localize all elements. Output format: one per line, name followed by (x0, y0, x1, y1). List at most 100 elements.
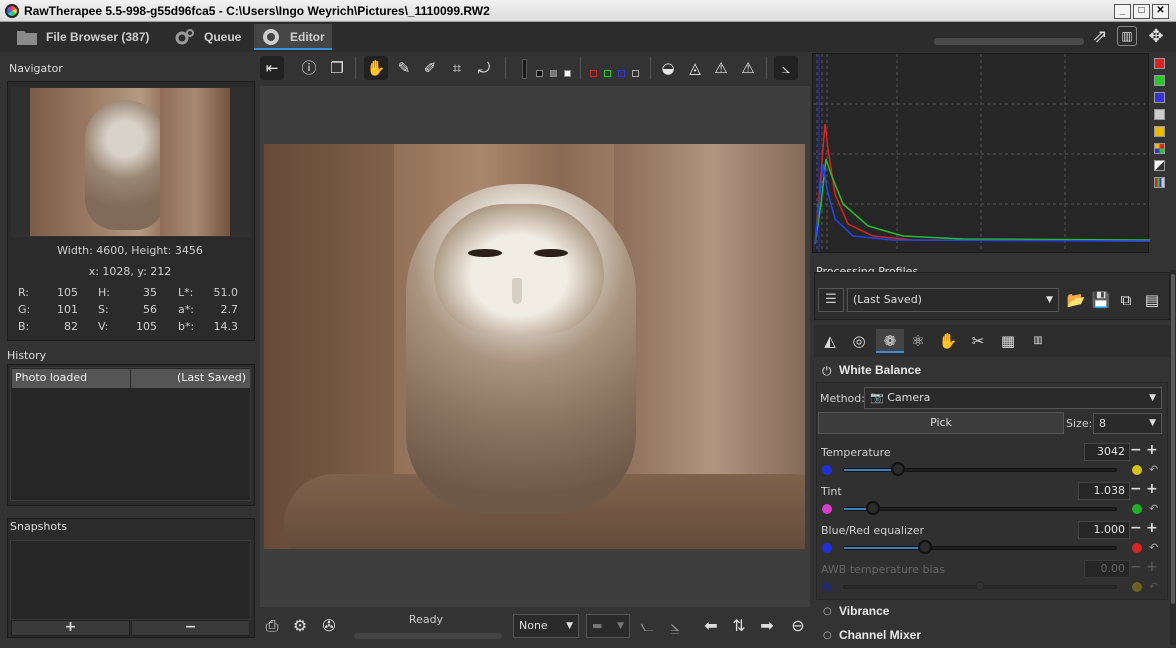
vibrance-title[interactable]: Vibrance (839, 604, 889, 618)
tint-minus[interactable]: − (1130, 481, 1142, 497)
straighten-icon[interactable]: ⤾ (472, 56, 496, 80)
temperature-slider-handle[interactable] (891, 462, 905, 476)
channel-mixer-title[interactable]: Channel Mixer (839, 628, 921, 642)
channel-mixer-toggle-icon[interactable]: ○ (823, 630, 832, 641)
open-external-editor-icon[interactable]: ✇ (318, 615, 340, 637)
scrollbar-thumb[interactable] (1171, 274, 1175, 604)
profile-list-icon[interactable]: ☰ (818, 288, 844, 312)
histogram-blue-toggle[interactable] (1154, 92, 1165, 103)
temperature-minus[interactable]: − (1130, 442, 1142, 458)
add-snapshot-button[interactable]: + (11, 620, 130, 636)
remove-snapshot-button[interactable]: − (131, 620, 250, 636)
color-picker-icon[interactable]: ✐ (418, 56, 442, 80)
fullscreen-move-icon[interactable]: ✥ (1145, 26, 1167, 48)
save-image-icon[interactable]: ⎙ (261, 615, 283, 637)
soft-proof-icon[interactable]: ⦥ (664, 615, 686, 637)
histogram-chroma-toggle[interactable] (1154, 126, 1165, 137)
crop-icon[interactable]: ⌗ (445, 56, 469, 80)
next-image-icon[interactable]: ➡ (756, 615, 778, 637)
equalizer-spinbox[interactable]: 1.000 (1078, 521, 1130, 539)
right-panel-scrollbar[interactable] (1170, 270, 1176, 645)
tab-transform-icon[interactable]: ✂ (966, 329, 990, 353)
tab-exposure-icon[interactable]: ◭ (818, 329, 842, 353)
temperature-spinbox[interactable]: 3042 (1084, 443, 1130, 461)
vibrance-toggle-icon[interactable]: ○ (823, 606, 832, 617)
blue-channel-icon[interactable] (618, 70, 625, 77)
tab-raw-icon[interactable]: ▦ (996, 329, 1020, 353)
histogram-green-toggle[interactable] (1154, 75, 1165, 86)
tab-color-icon[interactable]: ❁ (876, 329, 904, 353)
shadow-clip-warning-icon[interactable]: ⚠ (709, 56, 733, 80)
bg-grey-icon[interactable] (550, 70, 557, 77)
history-row[interactable]: Photo loaded (Last Saved) (12, 369, 250, 388)
green-channel-icon[interactable] (604, 70, 611, 77)
sync-icon[interactable]: ⇅ (728, 615, 750, 637)
tab-advanced-icon[interactable]: ⚛ (906, 329, 930, 353)
luminosity-channel-icon[interactable] (632, 70, 639, 77)
wb-picker-icon[interactable]: ✎ (392, 56, 416, 80)
tab-file-browser[interactable]: File Browser (387) (2, 24, 162, 50)
histogram-panel[interactable] (812, 53, 1151, 253)
hide-left-panel-icon[interactable]: ⇤ (260, 56, 284, 80)
size-combo[interactable]: 8 ▼ (1093, 413, 1162, 434)
histogram-bar-toggle[interactable] (1154, 160, 1165, 171)
processing-profile-combo[interactable]: (Last Saved) ▼ (847, 288, 1059, 312)
tab-editor[interactable]: Editor (254, 24, 332, 50)
before-after-icon[interactable]: ❐ (325, 56, 349, 80)
zoom-out-icon[interactable]: ⊖ (788, 615, 808, 637)
tint-spinbox[interactable]: 1.038 (1078, 482, 1130, 500)
g-label: G: (18, 303, 31, 316)
tint-slider-handle[interactable] (866, 501, 880, 515)
highlight-clip-warning-icon[interactable]: ⚠ (736, 56, 760, 80)
equalizer-minus[interactable]: − (1130, 520, 1142, 536)
equalizer-slider[interactable] (843, 546, 1117, 550)
filmstrip-combo[interactable]: ▬ ▼ (586, 614, 630, 638)
white-balance-title[interactable]: White Balance (839, 363, 921, 377)
hand-tool-icon[interactable]: ✋ (364, 56, 388, 80)
send-to-queue-icon[interactable]: ⇗ (1089, 26, 1111, 48)
temperature-plus[interactable]: + (1146, 442, 1158, 458)
copy-profile-icon[interactable]: ⧉ (1114, 288, 1138, 312)
histogram-mode-toggle[interactable] (1154, 177, 1165, 188)
color-management-icon[interactable]: ⦦ (636, 615, 658, 637)
info-icon[interactable]: ⓘ (297, 56, 321, 80)
tab-queue[interactable]: Queue (160, 24, 250, 50)
bg-white-icon[interactable] (564, 70, 571, 77)
tint-plus[interactable]: + (1146, 481, 1158, 497)
tint-slider[interactable] (843, 507, 1117, 511)
hide-right-panel-icon[interactable]: ⦣ (774, 56, 798, 80)
sharpening-mask-icon[interactable]: ◬ (683, 56, 707, 80)
navigator-thumbnail[interactable] (30, 88, 230, 236)
histogram-red-toggle[interactable] (1154, 58, 1165, 69)
tint-reset-icon[interactable]: ↶ (1149, 502, 1158, 515)
maximize-button[interactable]: □ (1133, 4, 1150, 19)
histogram-raw-toggle[interactable] (1154, 143, 1165, 154)
focus-mask-icon[interactable]: ◒ (656, 56, 680, 80)
background-color-slider[interactable] (522, 59, 527, 79)
bg-black-icon[interactable] (536, 70, 543, 77)
equalizer-slider-handle[interactable] (918, 540, 932, 554)
method-combo[interactable]: 📷 Camera ▼ (864, 387, 1162, 409)
histogram-luminance-toggle[interactable] (1154, 109, 1165, 120)
previous-image-icon[interactable]: ⬅ (700, 615, 722, 637)
pick-button[interactable]: Pick (818, 412, 1064, 434)
temperature-reset-icon[interactable]: ↶ (1149, 463, 1158, 476)
equalizer-reset-icon[interactable]: ↶ (1149, 541, 1158, 554)
load-profile-icon[interactable]: 📂 (1064, 288, 1088, 312)
put-to-queue-icon[interactable]: ⚙ (289, 615, 311, 637)
tab-local-icon[interactable]: ✋ (936, 329, 960, 353)
s-label: S: (98, 303, 109, 316)
red-channel-icon[interactable] (590, 70, 597, 77)
paste-profile-icon[interactable]: ▤ (1140, 288, 1164, 312)
photo-preview[interactable] (264, 144, 805, 549)
save-profile-icon[interactable]: 💾 (1089, 288, 1113, 312)
profile-combo[interactable]: None ▼ (513, 614, 579, 638)
tab-detail-icon[interactable]: ◎ (847, 329, 871, 353)
panel-layout-icon[interactable]: ▥ (1117, 26, 1137, 46)
close-button[interactable]: ✕ (1152, 4, 1169, 19)
temperature-slider[interactable] (843, 468, 1117, 472)
power-icon[interactable]: ⏻ (822, 364, 832, 379)
equalizer-plus[interactable]: + (1146, 520, 1158, 536)
tab-metadata-icon[interactable]: ▥ (1026, 329, 1050, 353)
minimize-button[interactable]: _ (1114, 4, 1131, 19)
